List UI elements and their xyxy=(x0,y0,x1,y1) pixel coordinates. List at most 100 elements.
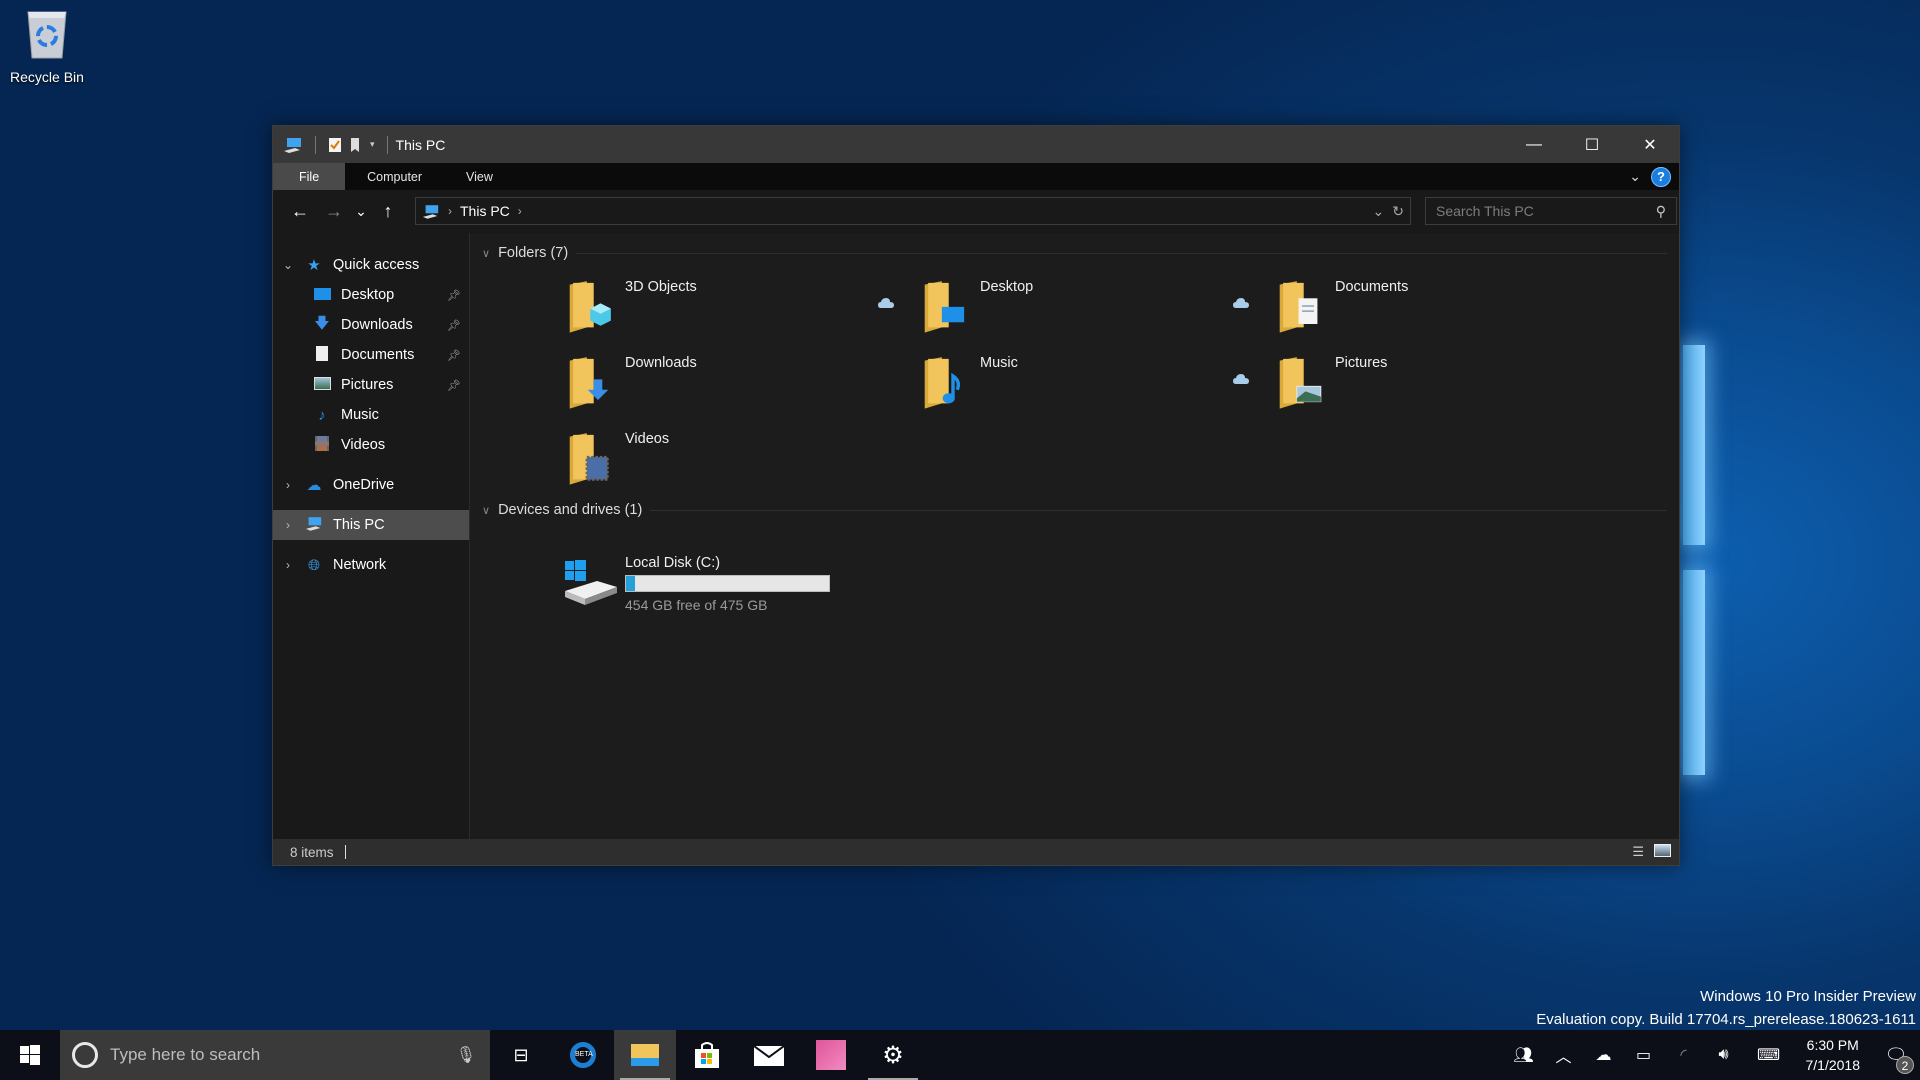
drive-name: Local Disk (C:) xyxy=(625,555,721,571)
network-icon: 🌐︎ xyxy=(307,556,320,574)
clock[interactable]: 6:30 PM 7/1/2018 xyxy=(1794,1035,1873,1075)
taskbar-app-store[interactable] xyxy=(676,1030,738,1080)
touch-keyboard-icon[interactable]: ⌨ xyxy=(1744,1045,1794,1065)
documents-folder-icon xyxy=(1279,281,1318,333)
start-button[interactable] xyxy=(0,1030,60,1080)
taskbar-app-mail[interactable] xyxy=(738,1030,800,1080)
cortana-icon[interactable] xyxy=(72,1042,98,1068)
breadcrumb-chevron-icon[interactable]: › xyxy=(518,204,522,218)
maximize-button[interactable]: ☐ xyxy=(1563,126,1621,163)
clock-date: 7/1/2018 xyxy=(1805,1057,1861,1073)
taskbar-app-settings[interactable]: ⚙ xyxy=(862,1030,924,1080)
title-bar[interactable]: ▾ This PC — ☐ ✕ xyxy=(273,126,1679,163)
sidebar-item-downloads[interactable]: 🡇 Downloads 📌︎ xyxy=(273,310,469,340)
folder-item[interactable]: Pictures xyxy=(1278,353,1558,423)
show-hidden-icons-chevron-icon[interactable]: ︿ xyxy=(1544,1043,1584,1067)
sidebar-item-this-pc[interactable]: › This PC xyxy=(273,510,469,540)
up-button[interactable]: ↑ xyxy=(371,201,405,222)
forward-button[interactable]: → xyxy=(317,201,351,222)
properties-icon[interactable] xyxy=(328,137,342,153)
breadcrumb-this-pc[interactable]: This PC xyxy=(460,203,510,219)
pin-icon[interactable]: 📌︎ xyxy=(447,379,461,392)
customize-toolbar-dropdown-icon[interactable]: ▾ xyxy=(370,139,375,150)
settings-gear-icon: ⚙ xyxy=(882,1041,904,1069)
help-button[interactable]: ? xyxy=(1651,166,1671,187)
sidebar-item-pictures[interactable]: Pictures 📌︎ xyxy=(273,370,469,400)
star-icon: ★ xyxy=(307,257,321,274)
details-view-icon[interactable]: ☰ xyxy=(1632,844,1644,860)
folder-name: 3D Objects xyxy=(625,279,697,295)
collapse-chevron-icon[interactable]: ⌄ xyxy=(273,258,303,272)
task-view-button[interactable]: ⊟ xyxy=(490,1030,552,1080)
sidebar-item-label: Network xyxy=(333,557,387,573)
ribbon-tabs: File Computer View ⌄ ? xyxy=(273,163,1679,190)
tab-computer[interactable]: Computer xyxy=(345,163,444,190)
sidebar-item-documents[interactable]: Documents 📌︎ xyxy=(273,340,469,370)
edge-icon: BETA xyxy=(570,1042,596,1068)
folder-item[interactable]: Documents xyxy=(1278,277,1558,347)
expand-chevron-icon[interactable]: › xyxy=(273,478,303,492)
search-input[interactable]: Search This PC ⚲ xyxy=(1425,197,1677,225)
new-folder-icon[interactable] xyxy=(350,137,362,153)
collapse-chevron-icon[interactable]: ∨ xyxy=(482,247,490,260)
close-button[interactable]: ✕ xyxy=(1621,126,1679,163)
expand-chevron-icon[interactable]: › xyxy=(273,558,303,572)
pin-icon[interactable]: 📌︎ xyxy=(447,319,461,332)
minimize-button[interactable]: — xyxy=(1505,126,1563,163)
notification-count-badge: 2 xyxy=(1896,1055,1914,1074)
tab-file[interactable]: File xyxy=(273,163,346,190)
group-divider xyxy=(650,509,1667,511)
volume-icon[interactable]: 🔊︎ xyxy=(1704,1046,1744,1064)
desktop-icon-recycle-bin[interactable]: Recycle Bin xyxy=(6,6,88,85)
wifi-icon[interactable]: ◜ xyxy=(1664,1045,1704,1065)
system-tray: 👥︎ ︿ ☁ ▭ ◜ 🔊︎ ⌨ 6:30 PM 7/1/2018 🗨︎ 2 xyxy=(1504,1030,1920,1080)
back-button[interactable]: ← xyxy=(283,201,317,222)
mail-icon xyxy=(754,1045,784,1066)
navigation-bar: ← → ⌄ ↑ › This PC › ⌄ ↻ Search This PC ⚲ xyxy=(273,190,1679,232)
music-icon: ♪ xyxy=(318,406,326,424)
tab-view[interactable]: View xyxy=(444,163,515,190)
sidebar-item-music[interactable]: ♪ Music xyxy=(273,400,469,430)
file-explorer-window: ▾ This PC — ☐ ✕ File Computer View ⌄ ? ←… xyxy=(272,125,1680,866)
sidebar-item-onedrive[interactable]: › ☁ OneDrive xyxy=(273,470,469,500)
group-header-folders[interactable]: ∨ Folders (7) xyxy=(482,245,1667,261)
people-icon[interactable]: 👥︎ xyxy=(1504,1045,1544,1065)
refresh-icon[interactable]: ↻ xyxy=(1392,203,1404,220)
battery-icon[interactable]: ▭ xyxy=(1624,1045,1664,1065)
recent-locations-button[interactable]: ⌄ xyxy=(351,203,371,220)
address-bar[interactable]: › This PC › ⌄ ↻ xyxy=(415,197,1411,225)
large-icons-view-icon[interactable] xyxy=(1654,844,1671,860)
evaluation-watermark: Windows 10 Pro Insider Preview Evaluatio… xyxy=(1536,985,1916,1031)
collapse-chevron-icon[interactable]: ∨ xyxy=(482,504,490,517)
action-center-button[interactable]: 🗨︎ 2 xyxy=(1872,1045,1920,1074)
sidebar-item-network[interactable]: › 🌐︎ Network xyxy=(273,550,469,580)
taskbar-app-file-explorer[interactable] xyxy=(614,1030,676,1080)
pin-icon[interactable]: 📌︎ xyxy=(447,289,461,302)
recycle-bin-icon xyxy=(27,11,67,59)
microphone-icon[interactable]: 🎙︎ xyxy=(456,1045,476,1065)
expand-ribbon-chevron-icon[interactable]: ⌄ xyxy=(1629,168,1641,185)
address-history-dropdown-icon[interactable]: ⌄ xyxy=(1373,203,1385,220)
taskbar-app-pink[interactable] xyxy=(800,1030,862,1080)
folder-item[interactable]: Videos xyxy=(568,429,848,499)
sidebar-item-label: Quick access xyxy=(333,257,420,273)
folder-name: Videos xyxy=(625,431,670,447)
folder-item[interactable]: Downloads xyxy=(568,353,848,423)
taskbar-app-edge-beta[interactable]: BETA xyxy=(552,1030,614,1080)
folder-item[interactable]: 3D Objects xyxy=(568,277,848,347)
search-icon[interactable]: ⚲ xyxy=(1656,203,1666,220)
pin-icon[interactable]: 📌︎ xyxy=(447,349,461,362)
separator xyxy=(315,135,316,154)
folder-item[interactable]: Music xyxy=(923,353,1203,423)
expand-chevron-icon[interactable]: › xyxy=(273,518,303,532)
sidebar-item-videos[interactable]: Videos xyxy=(273,430,469,460)
folder-name: Music xyxy=(980,355,1018,371)
window-controls: — ☐ ✕ xyxy=(1505,126,1679,163)
onedrive-tray-icon[interactable]: ☁ xyxy=(1584,1045,1624,1065)
group-header-devices[interactable]: ∨ Devices and drives (1) xyxy=(482,502,1667,518)
sidebar-item-desktop[interactable]: Desktop 📌︎ xyxy=(273,280,469,310)
taskbar-search-box[interactable]: Type here to search 🎙︎ xyxy=(60,1030,490,1080)
breadcrumb-chevron-icon[interactable]: › xyxy=(448,204,452,218)
folder-item[interactable]: Desktop xyxy=(923,277,1203,347)
sidebar-item-quick-access[interactable]: ⌄ ★ Quick access xyxy=(273,250,469,280)
